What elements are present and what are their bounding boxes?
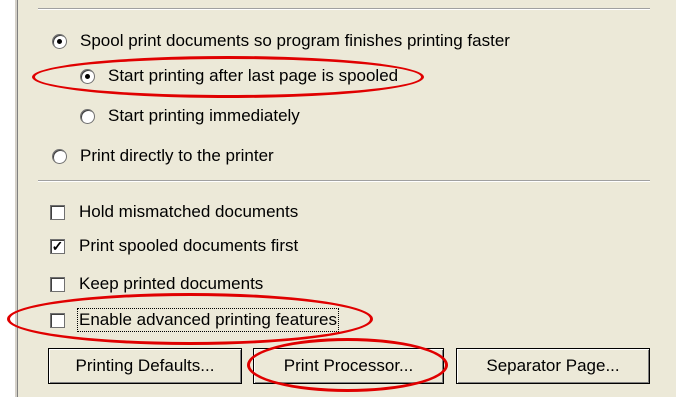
checkbox-box[interactable] (50, 204, 65, 220)
top-separator (38, 8, 650, 10)
checkbox-box-checked[interactable]: ✓ (50, 238, 65, 254)
radio-print-directly-label: Print directly to the printer (80, 146, 274, 165)
checkbox-keep-printed[interactable]: Keep printed documents (50, 274, 263, 294)
radio-dot (57, 38, 62, 44)
middle-separator (38, 180, 650, 182)
radio-button[interactable] (52, 148, 67, 164)
checkbox-box[interactable] (50, 312, 65, 328)
checkbox-print-spooled-first-label: Print spooled documents first (79, 236, 299, 255)
separator-page-button[interactable]: Separator Page... (456, 348, 650, 384)
radio-start-immediately[interactable]: Start printing immediately (80, 106, 300, 126)
radio-button[interactable] (52, 33, 67, 49)
radio-button[interactable] (80, 108, 95, 124)
print-processor-button[interactable]: Print Processor... (253, 348, 444, 384)
radio-spool-label: Spool print documents so program finishe… (80, 31, 510, 50)
radio-start-after-last-page[interactable]: Start printing after last page is spoole… (80, 66, 398, 86)
printing-defaults-button[interactable]: Printing Defaults... (48, 348, 242, 384)
radio-start-immediately-label: Start printing immediately (108, 106, 300, 125)
radio-print-directly[interactable]: Print directly to the printer (52, 146, 274, 166)
radio-dot (85, 73, 90, 79)
checkbox-enable-advanced[interactable]: Enable advanced printing features (50, 308, 340, 332)
checkbox-box[interactable] (50, 276, 65, 292)
panel-left-edge (0, 0, 18, 409)
checkbox-enable-advanced-label: Enable advanced printing features (76, 308, 340, 332)
radio-button[interactable] (80, 68, 95, 84)
checkbox-hold-mismatched[interactable]: Hold mismatched documents (50, 202, 298, 222)
printer-advanced-panel: Spool print documents so program finishe… (0, 0, 676, 409)
radio-start-after-last-page-label: Start printing after last page is spoole… (108, 66, 399, 85)
panel-bottom-band (0, 397, 676, 409)
checkbox-hold-mismatched-label: Hold mismatched documents (79, 202, 299, 221)
checkbox-keep-printed-label: Keep printed documents (79, 274, 264, 293)
radio-spool[interactable]: Spool print documents so program finishe… (52, 31, 510, 51)
checkbox-print-spooled-first[interactable]: ✓ Print spooled documents first (50, 236, 298, 256)
